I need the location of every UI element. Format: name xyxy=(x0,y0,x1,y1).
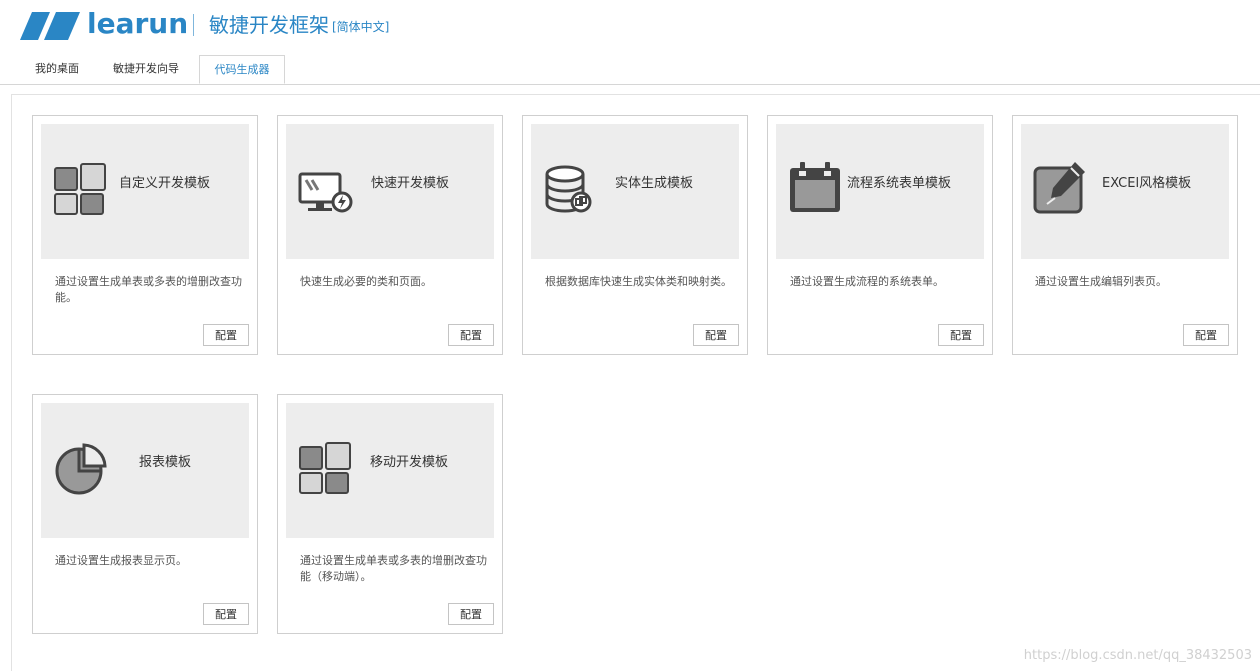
config-button[interactable]: 配置 xyxy=(938,324,984,346)
card-description: 通过设置生成报表显示页。 xyxy=(55,554,187,567)
language-switch[interactable]: [简体中文] xyxy=(332,17,389,37)
logo-mark-icon xyxy=(20,12,80,40)
card-description: 通过设置生成流程的系统表单。 xyxy=(790,275,944,288)
logo-text: learun xyxy=(87,7,189,40)
tab-my-desktop[interactable]: 我的桌面 xyxy=(22,55,92,83)
brand-title: 敏捷开发框架 xyxy=(209,13,329,37)
card-banner: EXCEl风格模板 xyxy=(1021,124,1229,259)
card-title: EXCEl风格模板 xyxy=(1102,176,1192,191)
config-button[interactable]: 配置 xyxy=(203,324,249,346)
card-title: 自定义开发模板 xyxy=(119,176,211,191)
card-title: 流程系统表单模板 xyxy=(847,176,952,191)
template-card-entity[interactable]: 实体生成模板 根据数据库快速生成实体类和映射类。 配置 xyxy=(522,115,748,355)
template-card-workflow[interactable]: 流程系统表单模板 通过设置生成流程的系统表单。 配置 xyxy=(767,115,993,355)
card-description: 通过设置生成单表或多表的增删改查功能。 xyxy=(55,275,242,304)
config-button[interactable]: 配置 xyxy=(448,324,494,346)
card-title: 报表模板 xyxy=(139,455,192,470)
template-card-quick[interactable]: 快速开发模板 快速生成必要的类和页面。 配置 xyxy=(277,115,503,355)
card-banner: 快速开发模板 xyxy=(286,124,494,259)
template-card-mobile[interactable]: 移动开发模板 通过设置生成单表或多表的增删改查功能（移动端）。 配置 xyxy=(277,394,503,634)
logo-divider xyxy=(193,14,194,36)
card-title: 快速开发模板 xyxy=(371,176,450,191)
card-description: 通过设置生成编辑列表页。 xyxy=(1035,275,1167,288)
edit-icon xyxy=(1033,162,1085,214)
card-description: 通过设置生成单表或多表的增删改查功能（移动端）。 xyxy=(300,554,487,583)
tab-bar: 我的桌面 敏捷开发向导 代码生成器 xyxy=(0,55,1260,85)
card-banner: 实体生成模板 xyxy=(531,124,739,259)
config-button[interactable]: 配置 xyxy=(693,324,739,346)
tab-dev-guide[interactable]: 敏捷开发向导 xyxy=(100,55,192,83)
card-description: 根据数据库快速生成实体类和映射类。 xyxy=(545,275,732,288)
monitor-icon xyxy=(298,172,353,213)
config-button[interactable]: 配置 xyxy=(203,603,249,625)
config-button[interactable]: 配置 xyxy=(1183,324,1229,346)
card-title: 实体生成模板 xyxy=(615,176,694,191)
database-icon xyxy=(545,165,592,213)
calendar-icon xyxy=(790,162,840,212)
card-banner: 自定义开发模板 xyxy=(41,124,249,259)
config-button[interactable]: 配置 xyxy=(448,603,494,625)
card-description: 快速生成必要的类和页面。 xyxy=(300,275,432,288)
card-banner: 流程系统表单模板 xyxy=(776,124,984,259)
template-card-custom[interactable]: 自定义开发模板 通过设置生成单表或多表的增删改查功能。 配置 xyxy=(32,115,258,355)
pie-chart-icon xyxy=(55,443,107,495)
template-card-excel[interactable]: EXCEl风格模板 通过设置生成编辑列表页。 配置 xyxy=(1012,115,1238,355)
tiles-icon xyxy=(54,163,106,215)
card-banner: 报表模板 xyxy=(41,403,249,538)
tiles-icon xyxy=(299,442,351,494)
card-banner: 移动开发模板 xyxy=(286,403,494,538)
template-panel: 自定义开发模板 通过设置生成单表或多表的增删改查功能。 配置 快速开发模板 快速… xyxy=(11,94,1260,671)
app-header: learun 敏捷开发框架 [简体中文] xyxy=(0,0,1260,55)
card-title: 移动开发模板 xyxy=(370,455,449,470)
template-card-report[interactable]: 报表模板 通过设置生成报表显示页。 配置 xyxy=(32,394,258,634)
watermark: https://blog.csdn.net/qq_38432503 xyxy=(1023,648,1252,663)
tab-code-generator[interactable]: 代码生成器 xyxy=(199,55,285,84)
